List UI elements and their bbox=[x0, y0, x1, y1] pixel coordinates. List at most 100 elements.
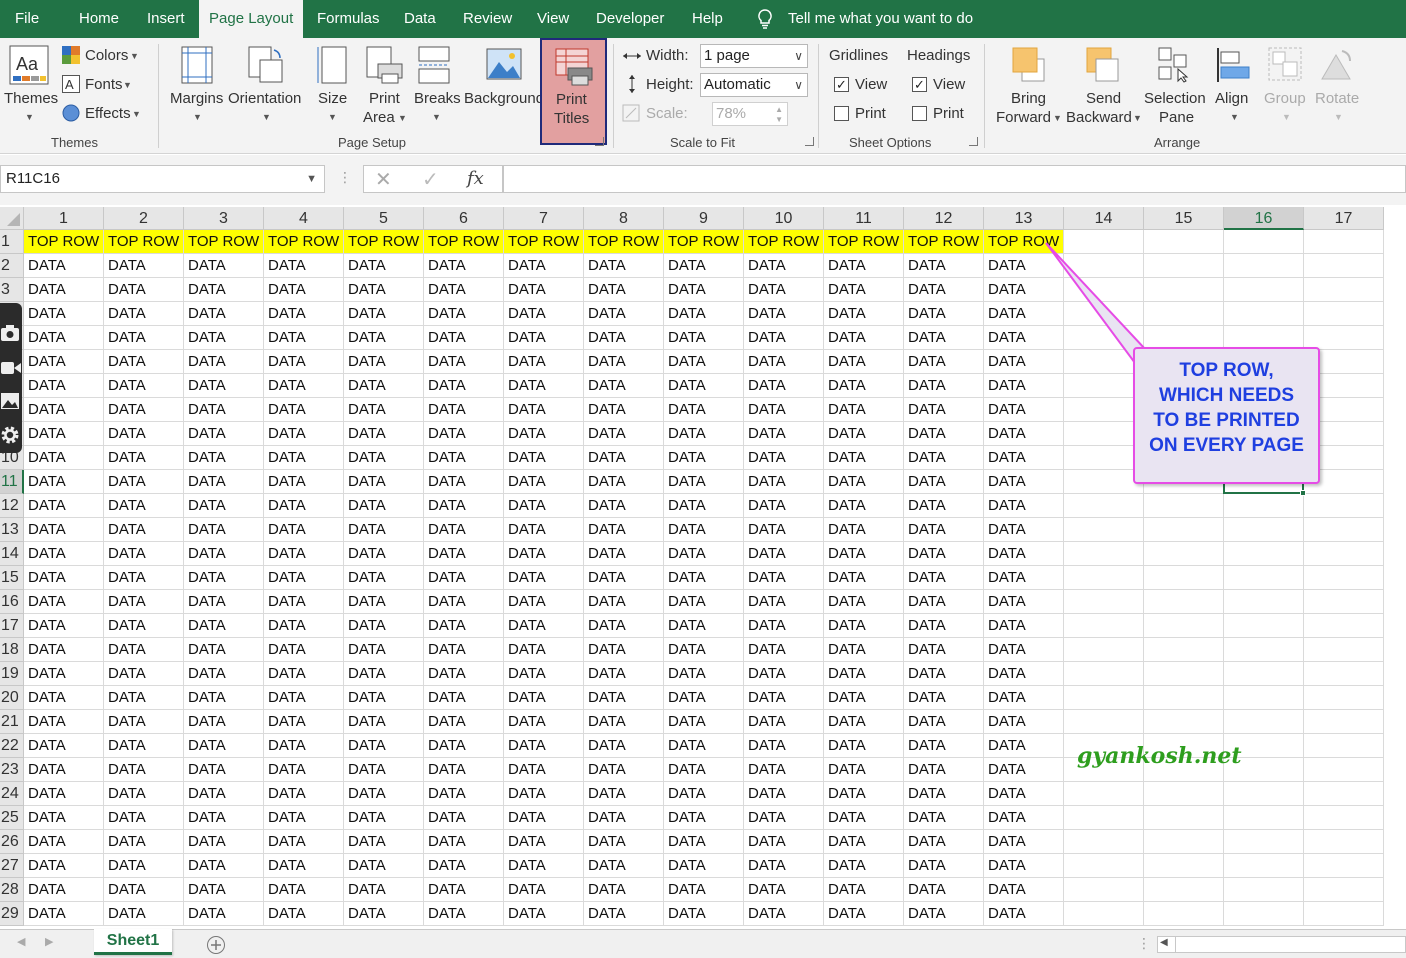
data-cell[interactable]: DATA bbox=[904, 542, 984, 566]
data-cell[interactable]: DATA bbox=[504, 302, 584, 326]
data-cell[interactable]: DATA bbox=[264, 398, 344, 422]
data-cell[interactable]: DATA bbox=[264, 470, 344, 494]
data-cell[interactable]: DATA bbox=[344, 326, 424, 350]
data-cell[interactable]: DATA bbox=[584, 398, 664, 422]
data-cell[interactable]: DATA bbox=[104, 734, 184, 758]
data-cell[interactable]: DATA bbox=[744, 734, 824, 758]
data-cell[interactable]: DATA bbox=[584, 758, 664, 782]
empty-cell[interactable] bbox=[1064, 806, 1144, 830]
data-cell[interactable]: DATA bbox=[344, 278, 424, 302]
data-cell[interactable]: DATA bbox=[184, 494, 264, 518]
row-header-11[interactable]: 11 bbox=[0, 470, 24, 494]
header-cell[interactable]: TOP ROW bbox=[584, 230, 664, 254]
data-cell[interactable]: DATA bbox=[504, 398, 584, 422]
data-cell[interactable]: DATA bbox=[184, 902, 264, 926]
data-cell[interactable]: DATA bbox=[984, 542, 1064, 566]
data-cell[interactable]: DATA bbox=[344, 662, 424, 686]
data-cell[interactable]: DATA bbox=[344, 710, 424, 734]
data-cell[interactable]: DATA bbox=[984, 806, 1064, 830]
data-cell[interactable]: DATA bbox=[104, 254, 184, 278]
data-cell[interactable]: DATA bbox=[824, 806, 904, 830]
header-cell[interactable]: TOP ROW bbox=[744, 230, 824, 254]
data-cell[interactable]: DATA bbox=[824, 398, 904, 422]
camera-icon[interactable] bbox=[1, 325, 19, 341]
data-cell[interactable]: DATA bbox=[424, 710, 504, 734]
tab-page-layout[interactable]: Page Layout bbox=[199, 0, 304, 38]
data-cell[interactable]: DATA bbox=[584, 854, 664, 878]
header-cell[interactable]: TOP ROW bbox=[904, 230, 984, 254]
print-titles-button[interactable]: Print Titles bbox=[540, 38, 607, 145]
data-cell[interactable]: DATA bbox=[744, 806, 824, 830]
data-cell[interactable]: DATA bbox=[664, 518, 744, 542]
gridlines-view-checkbox[interactable]: ✓ bbox=[834, 77, 849, 92]
data-cell[interactable]: DATA bbox=[984, 470, 1064, 494]
data-cell[interactable]: DATA bbox=[584, 806, 664, 830]
empty-cell[interactable] bbox=[1224, 278, 1304, 302]
column-header-9[interactable]: 9 bbox=[664, 207, 744, 230]
fill-handle[interactable] bbox=[1300, 490, 1306, 496]
empty-cell[interactable] bbox=[1064, 422, 1144, 446]
tell-me-search[interactable]: Tell me what you want to do bbox=[788, 0, 973, 38]
data-cell[interactable]: DATA bbox=[824, 662, 904, 686]
data-cell[interactable]: DATA bbox=[744, 854, 824, 878]
data-cell[interactable]: DATA bbox=[264, 638, 344, 662]
data-cell[interactable]: DATA bbox=[184, 686, 264, 710]
data-cell[interactable]: DATA bbox=[264, 830, 344, 854]
data-cell[interactable]: DATA bbox=[984, 854, 1064, 878]
gear-icon[interactable] bbox=[0, 425, 20, 445]
data-cell[interactable]: DATA bbox=[984, 662, 1064, 686]
data-cell[interactable]: DATA bbox=[24, 470, 104, 494]
data-cell[interactable]: DATA bbox=[984, 638, 1064, 662]
data-cell[interactable]: DATA bbox=[744, 902, 824, 926]
data-cell[interactable]: DATA bbox=[664, 686, 744, 710]
empty-cell[interactable] bbox=[1064, 710, 1144, 734]
headings-view-checkbox[interactable]: ✓ bbox=[912, 77, 927, 92]
headings-print-checkbox[interactable] bbox=[912, 106, 927, 121]
data-cell[interactable]: DATA bbox=[424, 662, 504, 686]
data-cell[interactable]: DATA bbox=[104, 782, 184, 806]
data-cell[interactable]: DATA bbox=[424, 542, 504, 566]
data-cell[interactable]: DATA bbox=[104, 686, 184, 710]
column-header-8[interactable]: 8 bbox=[584, 207, 664, 230]
row-header-29[interactable]: 29 bbox=[0, 902, 24, 926]
data-cell[interactable]: DATA bbox=[824, 854, 904, 878]
data-cell[interactable]: DATA bbox=[104, 446, 184, 470]
empty-cell[interactable] bbox=[1064, 878, 1144, 902]
empty-cell[interactable] bbox=[1224, 254, 1304, 278]
empty-cell[interactable] bbox=[1144, 686, 1224, 710]
data-cell[interactable]: DATA bbox=[584, 614, 664, 638]
data-cell[interactable]: DATA bbox=[584, 782, 664, 806]
data-cell[interactable]: DATA bbox=[264, 710, 344, 734]
data-cell[interactable]: DATA bbox=[504, 854, 584, 878]
data-cell[interactable]: DATA bbox=[24, 278, 104, 302]
empty-cell[interactable] bbox=[1224, 566, 1304, 590]
data-cell[interactable]: DATA bbox=[904, 638, 984, 662]
data-cell[interactable]: DATA bbox=[424, 614, 504, 638]
column-header-11[interactable]: 11 bbox=[824, 207, 904, 230]
tab-insert[interactable]: Insert bbox=[147, 0, 185, 38]
empty-cell[interactable] bbox=[1304, 830, 1384, 854]
data-cell[interactable]: DATA bbox=[264, 590, 344, 614]
data-cell[interactable]: DATA bbox=[824, 878, 904, 902]
row-header-14[interactable]: 14 bbox=[0, 542, 24, 566]
data-cell[interactable]: DATA bbox=[584, 326, 664, 350]
data-cell[interactable]: DATA bbox=[104, 878, 184, 902]
data-cell[interactable]: DATA bbox=[344, 614, 424, 638]
data-cell[interactable]: DATA bbox=[824, 686, 904, 710]
data-cell[interactable]: DATA bbox=[184, 518, 264, 542]
data-cell[interactable]: DATA bbox=[744, 470, 824, 494]
data-cell[interactable]: DATA bbox=[504, 422, 584, 446]
data-cell[interactable]: DATA bbox=[744, 758, 824, 782]
empty-cell[interactable] bbox=[1144, 710, 1224, 734]
data-cell[interactable]: DATA bbox=[824, 326, 904, 350]
data-cell[interactable]: DATA bbox=[344, 470, 424, 494]
data-cell[interactable]: DATA bbox=[584, 566, 664, 590]
image-icon[interactable] bbox=[1, 393, 19, 409]
data-cell[interactable]: DATA bbox=[584, 686, 664, 710]
tab-developer[interactable]: Developer bbox=[596, 0, 664, 38]
data-cell[interactable]: DATA bbox=[104, 494, 184, 518]
data-cell[interactable]: DATA bbox=[584, 830, 664, 854]
data-cell[interactable]: DATA bbox=[584, 902, 664, 926]
column-header-6[interactable]: 6 bbox=[424, 207, 504, 230]
data-cell[interactable]: DATA bbox=[104, 758, 184, 782]
